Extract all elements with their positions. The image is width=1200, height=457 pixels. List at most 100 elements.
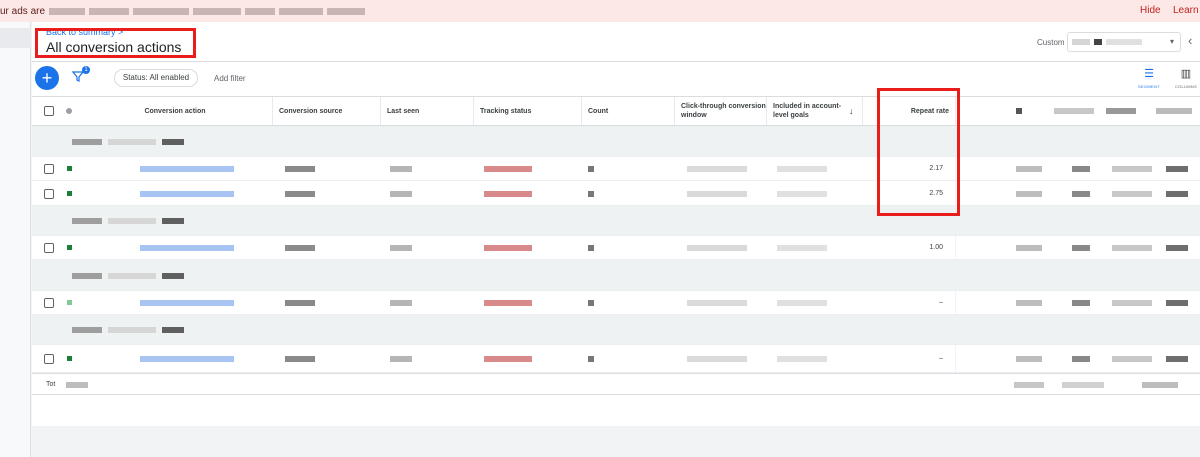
redacted-text: [1072, 245, 1090, 251]
col-last-seen[interactable]: Last seen: [381, 97, 474, 125]
col-tracking-status[interactable]: Tracking status: [474, 97, 582, 125]
add-filter-button[interactable]: Add filter: [214, 74, 246, 83]
redacted-text: [108, 138, 156, 145]
banner-hide-link[interactable]: Hide: [1140, 5, 1161, 16]
redacted-text: [245, 7, 276, 15]
redacted-text: [1142, 382, 1178, 388]
redacted-text: [1016, 356, 1042, 362]
col-conversion-action[interactable]: Conversion action: [78, 97, 273, 125]
table-row[interactable]: –: [32, 345, 1200, 373]
row-checkbox[interactable]: [44, 188, 54, 199]
collapse-panel-icon[interactable]: ‹: [1188, 33, 1192, 48]
row-checkbox[interactable]: [44, 354, 54, 364]
redacted-text: [1016, 190, 1042, 197]
redacted-text: [1106, 108, 1136, 114]
redacted-text: [1156, 108, 1192, 114]
redacted-text: [285, 190, 315, 197]
redacted-text: [1072, 356, 1090, 362]
left-nav-selected-item[interactable]: [0, 28, 31, 48]
table-row[interactable]: –: [32, 291, 1200, 315]
conversion-action-link[interactable]: [140, 245, 234, 251]
table-row[interactable]: 2.75: [32, 181, 1200, 206]
redacted-text: [193, 7, 242, 15]
row-checkbox[interactable]: [44, 298, 54, 308]
redacted-text: [687, 166, 747, 172]
redacted-text: [1112, 300, 1152, 306]
redacted-text: [1166, 166, 1188, 172]
col-conversion-source[interactable]: Conversion source: [273, 97, 381, 125]
sort-arrow-icon: ↓: [849, 105, 854, 116]
redacted-text: [390, 190, 412, 197]
filter-count-badge: 1: [82, 66, 90, 74]
group-row[interactable]: [32, 126, 1200, 157]
redacted-text: [162, 138, 184, 145]
conversion-action-link[interactable]: [140, 190, 234, 197]
table-header-row: Conversion action Conversion source Last…: [32, 96, 1200, 126]
redacted-text: [687, 245, 747, 251]
conversion-action-link[interactable]: [140, 166, 234, 172]
redacted-text: [108, 327, 156, 333]
page-header: Back to summary > All conversion actions…: [32, 22, 1200, 62]
redacted-text: [72, 218, 102, 224]
redacted-text: [1112, 190, 1152, 197]
redacted-text: [390, 300, 412, 306]
total-row: Tot: [32, 373, 1200, 395]
banner-learn-more-link[interactable]: Learn r: [1173, 5, 1200, 16]
row-checkbox[interactable]: [44, 164, 54, 174]
redacted-text: [687, 190, 747, 197]
col-account-level-goals[interactable]: Included in account-level goals ↓: [767, 97, 863, 125]
enabled-status-icon: [67, 300, 72, 305]
row-checkbox[interactable]: [44, 243, 54, 253]
redacted-text: [777, 300, 827, 306]
redacted-text: [279, 7, 324, 15]
total-label: Tot: [46, 381, 56, 388]
col-account-level-goals-label: Included in account-level goals: [773, 103, 842, 119]
columns-button[interactable]: ▥ COLUMNS: [1172, 68, 1200, 89]
redacted-text: [285, 300, 315, 306]
select-all-checkbox[interactable]: [44, 106, 54, 116]
date-range-picker[interactable]: ▾: [1067, 32, 1181, 52]
redacted-text: [588, 300, 594, 306]
redacted-text: [133, 7, 190, 15]
enabled-status-icon: [67, 356, 72, 361]
redacted-text: [777, 356, 827, 362]
col-click-through-window[interactable]: Click-through conversion window: [675, 97, 767, 125]
enabled-status-icon: [67, 190, 72, 196]
table-row[interactable]: 2.17: [32, 157, 1200, 181]
col-extra-redacted[interactable]: [956, 97, 1200, 125]
redacted-text: [1072, 166, 1090, 172]
redacted-text: [777, 166, 827, 172]
redacted-text: [1016, 166, 1042, 172]
redacted-text: [108, 272, 156, 279]
enabled-status-icon: [67, 166, 72, 171]
group-row[interactable]: [32, 206, 1200, 236]
segment-button[interactable]: ☰ SEGMENT: [1135, 68, 1163, 89]
group-row[interactable]: [32, 315, 1200, 345]
conversion-action-link[interactable]: [140, 356, 234, 362]
redacted-text: [49, 7, 86, 15]
redacted-text: [285, 245, 315, 251]
redacted-text: [1112, 245, 1152, 251]
segment-icon: ☰: [1144, 68, 1154, 80]
columns-icon: ▥: [1180, 68, 1192, 80]
title-highlight-box: [35, 28, 196, 58]
redacted-text: [588, 245, 594, 251]
columns-label: COLUMNS: [1174, 84, 1198, 89]
group-row[interactable]: [32, 260, 1200, 291]
repeat-rate-value: 1.00: [863, 236, 956, 259]
redacted-text: [1106, 39, 1142, 45]
redacted-text: [327, 7, 366, 15]
status-filter-chip[interactable]: Status: All enabled: [114, 69, 198, 87]
conversion-action-link[interactable]: [140, 300, 234, 306]
redacted-text: [390, 356, 412, 362]
redacted-text: [285, 356, 315, 362]
add-conversion-button[interactable]: +: [35, 66, 59, 90]
redacted-text: [1166, 300, 1188, 306]
chevron-down-icon: ▾: [1169, 37, 1174, 46]
table-row[interactable]: 1.00: [32, 236, 1200, 260]
repeat-rate-value: –: [863, 345, 956, 372]
redacted-text: [588, 166, 594, 172]
col-count[interactable]: Count: [582, 97, 675, 125]
redacted-text: [1166, 245, 1188, 251]
redacted-text: [1112, 356, 1152, 362]
